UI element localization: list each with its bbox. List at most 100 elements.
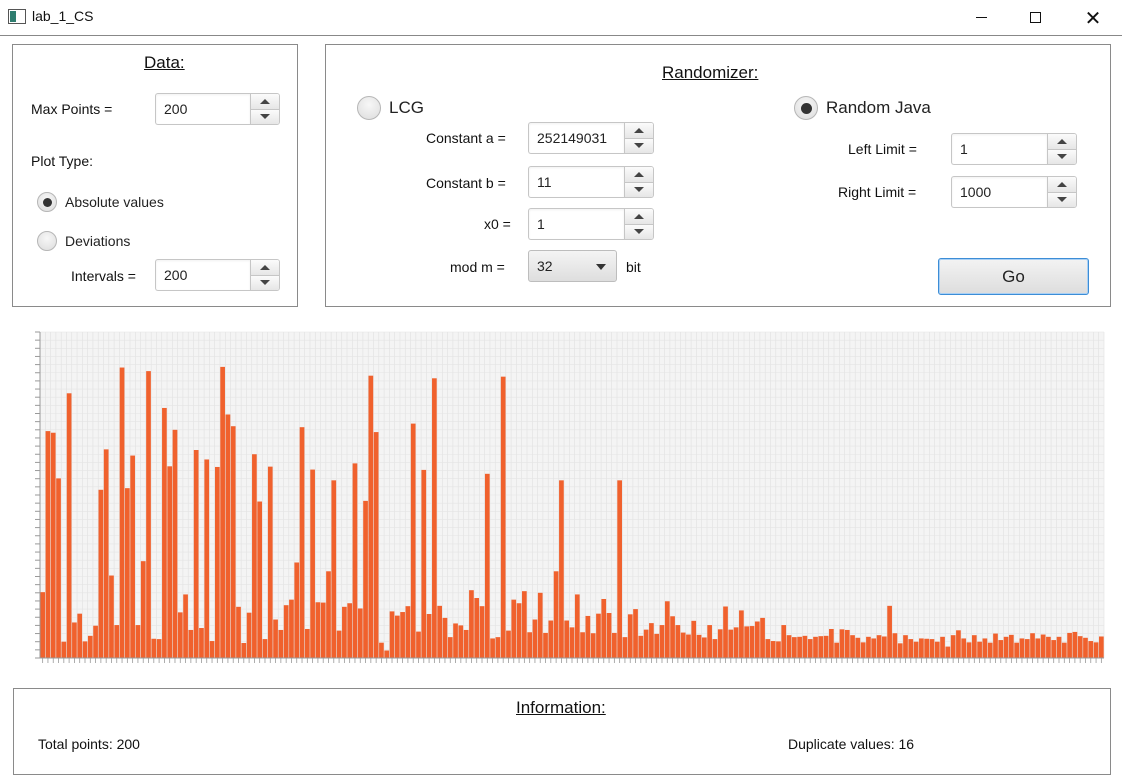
right-limit-spinner[interactable]: 1000 (951, 176, 1077, 208)
chart-bar (437, 605, 443, 658)
chart-bar (167, 466, 173, 658)
data-panel: Data: Max Points = 200 Plot Type: Absolu… (12, 44, 298, 307)
chevron-down-icon (596, 264, 606, 270)
plot-type-label: Plot Type: (31, 153, 94, 169)
arrow-down-icon (260, 114, 270, 120)
chart-bar (649, 623, 654, 658)
minimize-button[interactable] (958, 0, 1004, 35)
close-button[interactable]: ✕ (1070, 0, 1116, 35)
intervals-input[interactable]: 200 (155, 259, 250, 291)
chart-bar (654, 633, 660, 658)
constant-a-decrement[interactable] (625, 137, 653, 153)
chart-bar (410, 423, 416, 658)
chart-bar (140, 561, 146, 658)
chart-bar (484, 473, 490, 658)
chart-bar (871, 638, 877, 658)
arrow-down-icon (260, 280, 270, 286)
x0-spinner[interactable]: 1 (528, 208, 654, 240)
random-java-radio[interactable]: Random Java (794, 96, 931, 120)
go-button[interactable]: Go (938, 258, 1089, 295)
intervals-decrement[interactable] (251, 274, 279, 290)
maximize-button[interactable] (1012, 0, 1058, 35)
arrow-down-icon (634, 187, 644, 193)
chart-bar (818, 636, 824, 658)
left-limit-input[interactable]: 1 (951, 133, 1047, 165)
intervals-increment[interactable] (251, 260, 279, 275)
chart-bar (876, 635, 882, 658)
chart-bar (352, 463, 358, 658)
chart-bar (844, 629, 850, 658)
right-limit-increment[interactable] (1048, 177, 1076, 192)
chart-bar (1014, 642, 1020, 658)
x0-decrement[interactable] (625, 223, 653, 239)
duplicate-values-text: Duplicate values: 16 (788, 736, 915, 752)
chart-bar (823, 635, 829, 658)
close-icon: ✕ (1084, 5, 1102, 30)
radio-dot (42, 197, 52, 207)
chart-bar (326, 571, 331, 658)
x0-increment[interactable] (625, 209, 653, 224)
right-limit-decrement[interactable] (1048, 191, 1076, 207)
chart-bar (379, 642, 384, 658)
chart-bar (1046, 636, 1051, 658)
chart-bar (209, 641, 215, 658)
arrow-up-icon (634, 171, 644, 177)
chart-bar (310, 469, 315, 658)
chart-bar (1083, 637, 1088, 658)
constant-a-label: Constant a = (426, 130, 506, 146)
chart-bar (114, 625, 120, 658)
chart-bar (299, 427, 305, 658)
chart-bar (675, 625, 681, 658)
chart-bar (839, 629, 845, 658)
left-limit-increment[interactable] (1048, 134, 1076, 149)
absolute-values-radio[interactable]: Absolute values (37, 192, 164, 212)
chart-bar (347, 603, 353, 658)
constant-b-spinner[interactable]: 11 (528, 166, 654, 198)
chart-bar (924, 638, 930, 658)
max-points-increment[interactable] (251, 94, 279, 109)
chart-bar (754, 621, 760, 658)
data-panel-title: Data: (144, 53, 185, 72)
chart-bar (1019, 638, 1025, 658)
constant-b-decrement[interactable] (625, 181, 653, 197)
chart-bar (633, 609, 638, 658)
absolute-values-label: Absolute values (65, 194, 164, 210)
constant-a-increment[interactable] (625, 123, 653, 138)
deviations-radio[interactable]: Deviations (37, 231, 130, 251)
radio-circle (794, 96, 818, 120)
constant-a-spinner[interactable]: 252149031 (528, 122, 654, 154)
constant-a-input[interactable]: 252149031 (528, 122, 624, 154)
chart-bar (109, 575, 114, 658)
right-limit-input[interactable]: 1000 (951, 176, 1047, 208)
chart-bar (124, 488, 130, 658)
chart-bar (479, 606, 485, 658)
chart-bar (585, 615, 591, 658)
chart-bar (156, 639, 162, 658)
constant-b-input[interactable]: 11 (528, 166, 624, 198)
mod-m-select[interactable]: 32 (528, 250, 617, 282)
chart-bar (559, 480, 564, 658)
information-panel-title: Information: (516, 698, 606, 717)
chart-bar (56, 478, 61, 658)
chart-bar (394, 615, 400, 658)
total-points-text: Total points: 200 (38, 736, 140, 752)
chart-bar (447, 637, 453, 658)
intervals-spinner[interactable]: 200 (155, 259, 280, 291)
x0-input[interactable]: 1 (528, 208, 624, 240)
chart-bar (543, 632, 548, 658)
left-limit-label: Left Limit = (848, 141, 917, 157)
chart-bar (458, 625, 464, 658)
constant-b-increment[interactable] (625, 167, 653, 182)
left-limit-decrement[interactable] (1048, 148, 1076, 164)
max-points-decrement[interactable] (251, 108, 279, 124)
chart-bar (294, 562, 300, 658)
lcg-radio[interactable]: LCG (357, 96, 424, 120)
random-java-label: Random Java (826, 98, 931, 117)
chart-bar (304, 628, 310, 658)
chart-bar (1051, 640, 1057, 658)
max-points-spinner[interactable]: 200 (155, 93, 280, 125)
chart-bar (749, 626, 755, 658)
max-points-input[interactable]: 200 (155, 93, 250, 125)
chart-bar (553, 571, 559, 658)
left-limit-spinner[interactable]: 1 (951, 133, 1077, 165)
